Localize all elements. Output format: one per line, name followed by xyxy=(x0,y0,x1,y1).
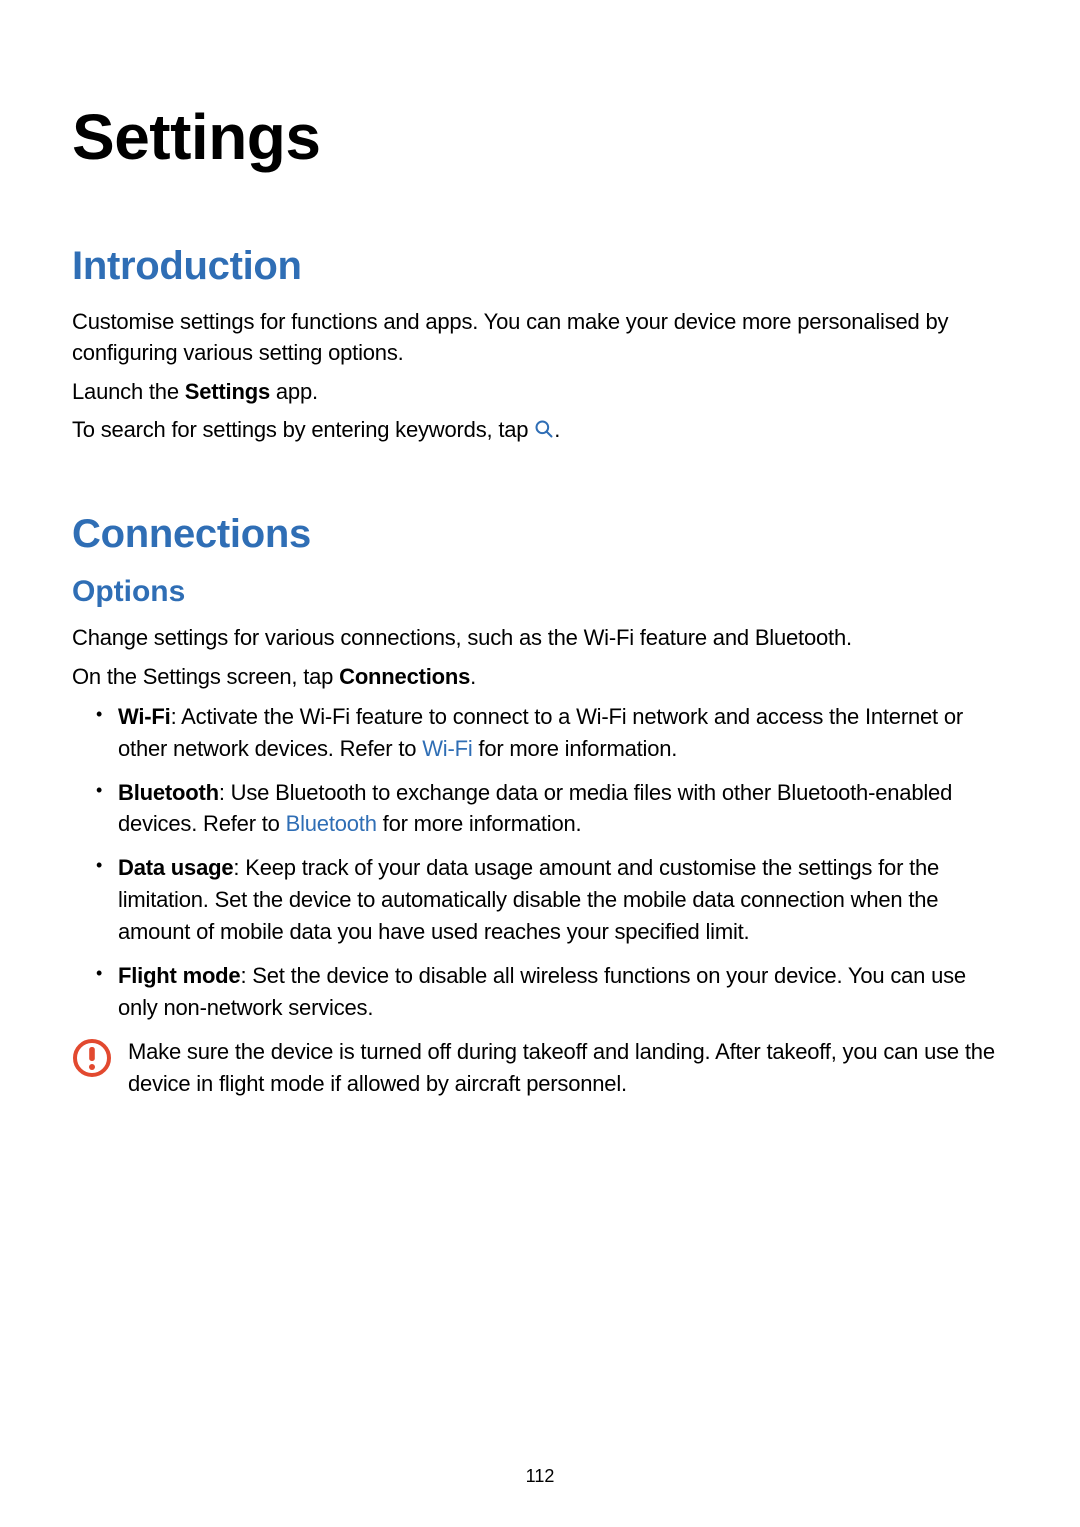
intro-paragraph-1: Customise settings for functions and app… xyxy=(72,307,1008,369)
caution-text: Make sure the device is turned off durin… xyxy=(128,1036,1008,1100)
connections-menu-name: Connections xyxy=(339,664,470,689)
list-item-data-usage: Data usage: Keep track of your data usag… xyxy=(100,852,1008,948)
option-label: Data usage xyxy=(118,855,233,880)
link-bluetooth[interactable]: Bluetooth xyxy=(286,811,377,836)
text: for more information. xyxy=(473,736,678,761)
text: Launch the xyxy=(72,379,185,404)
section-heading-introduction: Introduction xyxy=(72,244,1008,289)
text: To search for settings by entering keywo… xyxy=(72,417,534,442)
page: Settings Introduction Customise settings… xyxy=(0,0,1080,1527)
connections-option-list: Wi-Fi: Activate the Wi-Fi feature to con… xyxy=(72,701,1008,1024)
section-heading-connections: Connections xyxy=(72,512,1008,557)
text: app. xyxy=(270,379,318,404)
subsection-heading-options: Options xyxy=(72,575,1008,609)
text: : Keep track of your data usage amount a… xyxy=(118,855,939,944)
option-label: Wi-Fi xyxy=(118,704,171,729)
caution-icon xyxy=(72,1036,112,1083)
text: . xyxy=(554,417,560,442)
caution-callout: Make sure the device is turned off durin… xyxy=(72,1036,1008,1100)
link-wifi[interactable]: Wi-Fi xyxy=(422,736,472,761)
list-item-bluetooth: Bluetooth: Use Bluetooth to exchange dat… xyxy=(100,777,1008,841)
option-label: Flight mode xyxy=(118,963,240,988)
connections-paragraph-2: On the Settings screen, tap Connections. xyxy=(72,662,1008,693)
page-title: Settings xyxy=(72,100,1008,174)
page-number: 112 xyxy=(0,1466,1080,1487)
text: . xyxy=(470,664,476,689)
search-icon xyxy=(534,417,554,448)
text: for more information. xyxy=(377,811,582,836)
text: : Set the device to disable all wireless… xyxy=(118,963,966,1020)
connections-paragraph-1: Change settings for various connections,… xyxy=(72,623,1008,654)
list-item-flight-mode: Flight mode: Set the device to disable a… xyxy=(100,960,1008,1024)
intro-paragraph-2: Launch the Settings app. xyxy=(72,377,1008,408)
text: On the Settings screen, tap xyxy=(72,664,339,689)
list-item-wifi: Wi-Fi: Activate the Wi-Fi feature to con… xyxy=(100,701,1008,765)
option-label: Bluetooth xyxy=(118,780,219,805)
intro-paragraph-3: To search for settings by entering keywo… xyxy=(72,415,1008,448)
settings-app-name: Settings xyxy=(185,379,270,404)
